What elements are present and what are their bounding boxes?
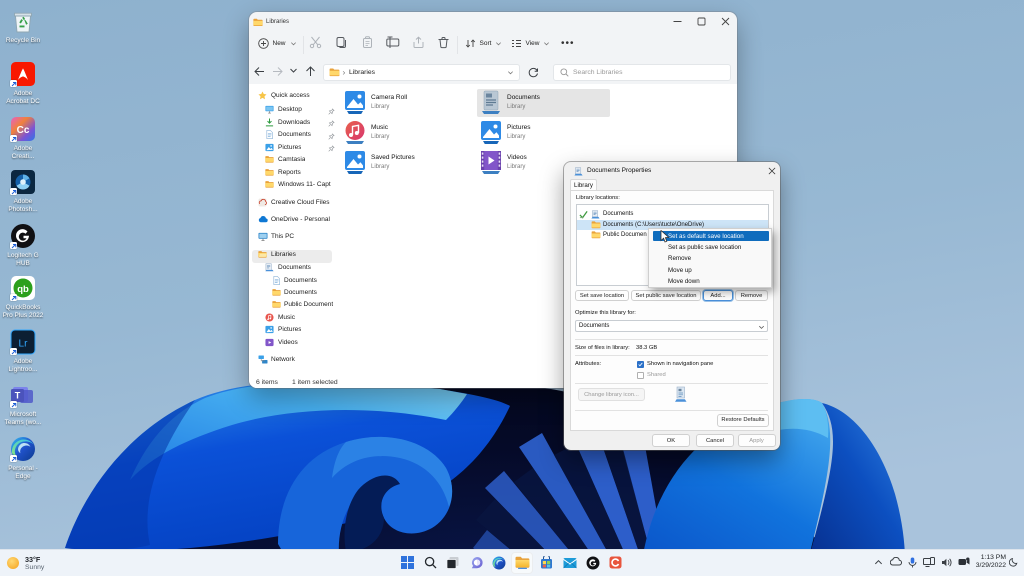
svg-text:Lr: Lr [19,339,29,350]
svg-text:Cc: Cc [17,125,30,136]
svg-text:T: T [15,391,21,401]
svg-text:qb: qb [17,284,29,295]
